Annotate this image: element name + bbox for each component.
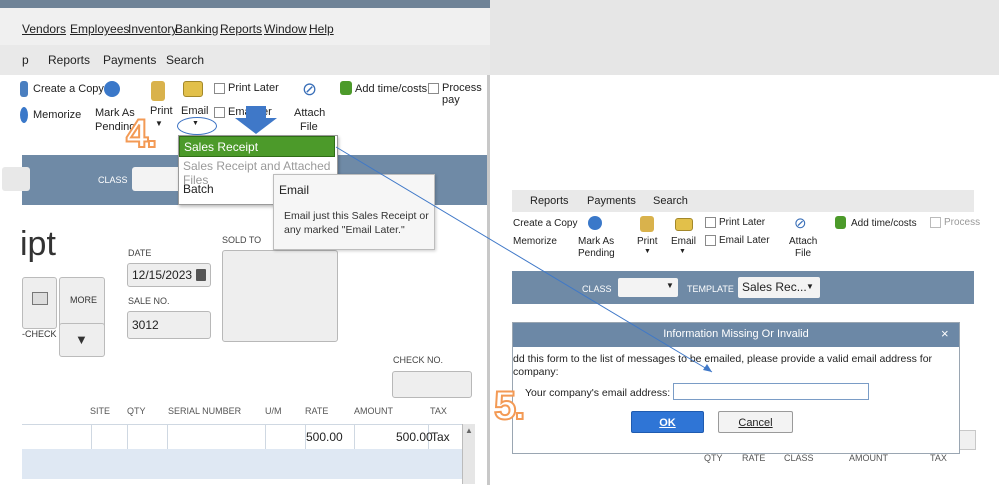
connector-arrowhead-icon: [703, 364, 712, 372]
connector-line: [335, 146, 713, 373]
connector-line-path: [335, 146, 713, 373]
